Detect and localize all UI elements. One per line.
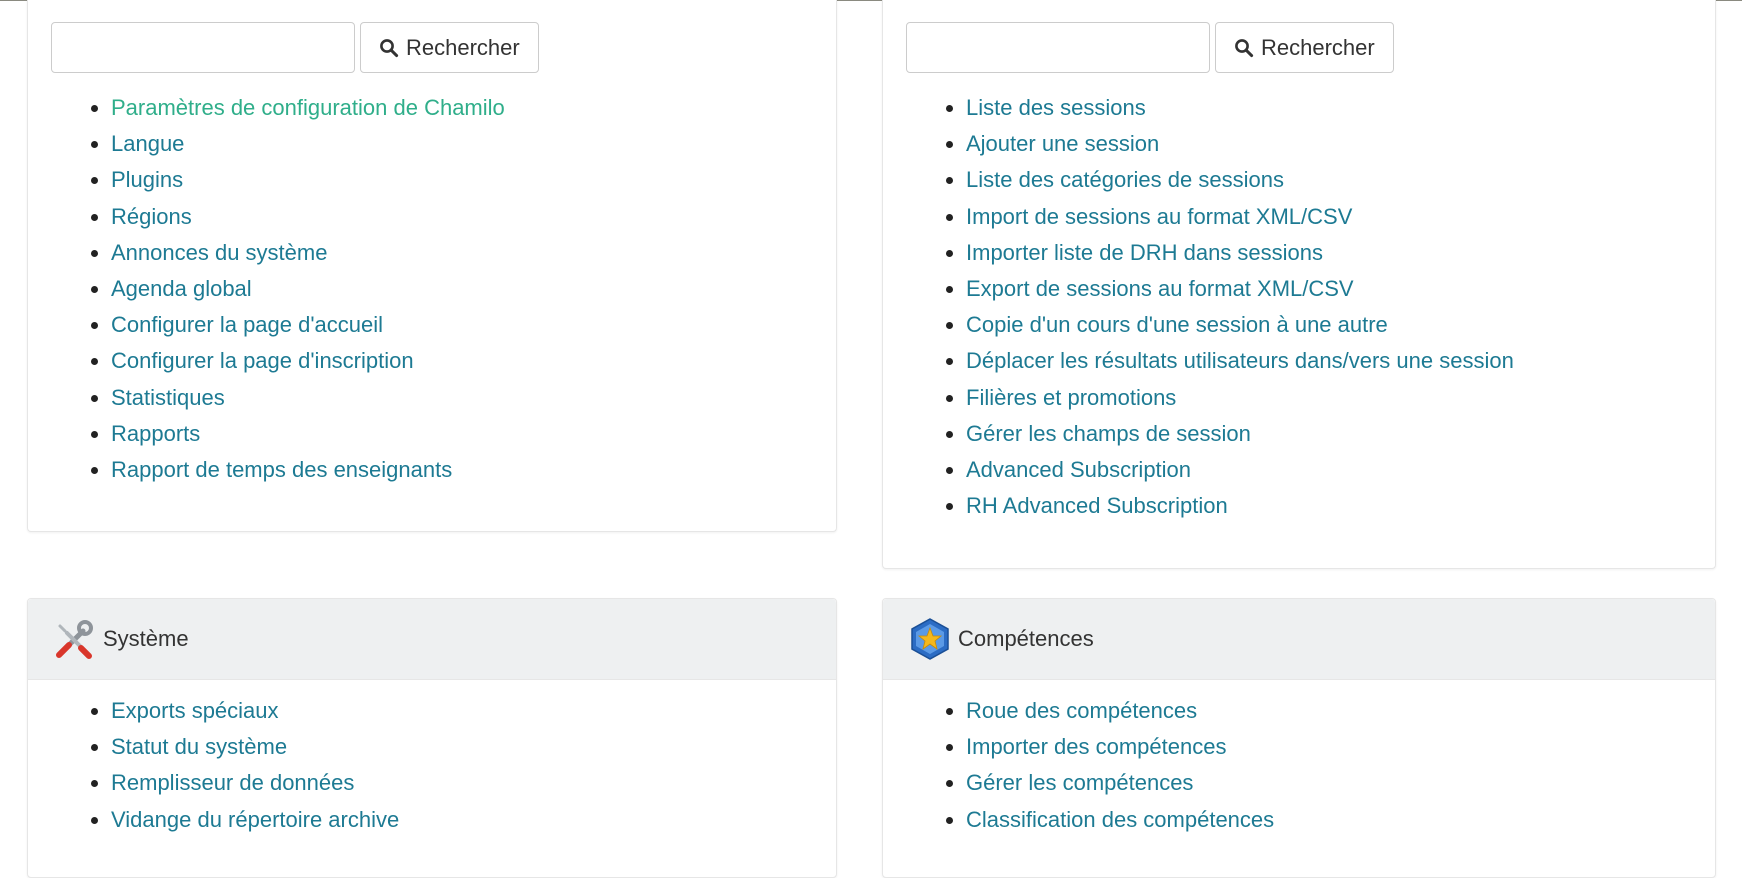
list-item: Classification des compétences bbox=[966, 802, 1274, 838]
platform-search-button-label: Rechercher bbox=[406, 34, 520, 60]
list-item: Gérer les compétences bbox=[966, 765, 1274, 801]
platform-panel: Rechercher Paramètres de configuration d… bbox=[27, 0, 837, 532]
link-copy-course-session[interactable]: Copie d'un cours d'une session à une aut… bbox=[966, 312, 1388, 337]
link-import-hr-managers[interactable]: Importer liste de DRH dans sessions bbox=[966, 240, 1323, 265]
link-session-list[interactable]: Liste des sessions bbox=[966, 95, 1146, 120]
list-item: Ajouter une session bbox=[966, 126, 1514, 162]
link-manage-skills[interactable]: Gérer les compétences bbox=[966, 770, 1193, 795]
system-panel-header: Système bbox=[28, 599, 836, 680]
sessions-panel: Rechercher Liste des sessions Ajouter un… bbox=[882, 0, 1716, 569]
list-item: Annonces du système bbox=[111, 235, 505, 271]
sessions-search-button-label: Rechercher bbox=[1261, 34, 1375, 60]
sessions-search-button[interactable]: Rechercher bbox=[1215, 22, 1394, 73]
link-advanced-subscription[interactable]: Advanced Subscription bbox=[966, 457, 1191, 482]
link-language[interactable]: Langue bbox=[111, 131, 184, 156]
link-careers-promotions[interactable]: Filières et promotions bbox=[966, 385, 1176, 410]
skills-panel-header: Compétences bbox=[883, 599, 1715, 680]
list-item: Exports spéciaux bbox=[111, 693, 399, 729]
link-special-exports[interactable]: Exports spéciaux bbox=[111, 698, 279, 723]
link-teacher-time-report[interactable]: Rapport de temps des enseignants bbox=[111, 457, 452, 482]
list-item: Déplacer les résultats utilisateurs dans… bbox=[966, 343, 1514, 379]
tools-icon bbox=[56, 620, 93, 659]
skills-links: Roue des compétences Importer des compét… bbox=[883, 693, 1274, 838]
link-session-fields[interactable]: Gérer les champs de session bbox=[966, 421, 1251, 446]
link-regions[interactable]: Régions bbox=[111, 204, 192, 229]
link-data-filler[interactable]: Remplisseur de données bbox=[111, 770, 354, 795]
link-configure-registration[interactable]: Configurer la page d'inscription bbox=[111, 348, 414, 373]
list-item: Agenda global bbox=[111, 271, 505, 307]
list-item: Importer des compétences bbox=[966, 729, 1274, 765]
search-icon bbox=[380, 38, 399, 57]
link-statistics[interactable]: Statistiques bbox=[111, 385, 225, 410]
link-move-user-results[interactable]: Déplacer les résultats utilisateurs dans… bbox=[966, 348, 1514, 373]
link-skills-ranking[interactable]: Classification des compétences bbox=[966, 807, 1274, 832]
list-item: RH Advanced Subscription bbox=[966, 488, 1514, 524]
list-item: Rapports bbox=[111, 416, 505, 452]
link-plugins[interactable]: Plugins bbox=[111, 167, 183, 192]
link-reports[interactable]: Rapports bbox=[111, 421, 200, 446]
list-item: Paramètres de configuration de Chamilo bbox=[111, 90, 505, 126]
link-import-sessions[interactable]: Import de sessions au format XML/CSV bbox=[966, 204, 1352, 229]
link-chamilo-settings[interactable]: Paramètres de configuration de Chamilo bbox=[111, 95, 505, 120]
list-item: Advanced Subscription bbox=[966, 452, 1514, 488]
session-links: Liste des sessions Ajouter une session L… bbox=[883, 90, 1514, 524]
link-system-status[interactable]: Statut du système bbox=[111, 734, 287, 759]
list-item: Configurer la page d'inscription bbox=[111, 343, 505, 379]
list-item: Vidange du répertoire archive bbox=[111, 802, 399, 838]
list-item: Roue des compétences bbox=[966, 693, 1274, 729]
star-badge-icon bbox=[911, 618, 949, 660]
link-archive-cleanup[interactable]: Vidange du répertoire archive bbox=[111, 807, 399, 832]
list-item: Régions bbox=[111, 199, 505, 235]
link-hr-advanced-subscription[interactable]: RH Advanced Subscription bbox=[966, 493, 1228, 518]
list-item: Statut du système bbox=[111, 729, 399, 765]
link-global-agenda[interactable]: Agenda global bbox=[111, 276, 252, 301]
list-item: Plugins bbox=[111, 162, 505, 198]
list-item: Gérer les champs de session bbox=[966, 416, 1514, 452]
list-item: Configurer la page d'accueil bbox=[111, 307, 505, 343]
link-import-skills[interactable]: Importer des compétences bbox=[966, 734, 1226, 759]
list-item: Copie d'un cours d'une session à une aut… bbox=[966, 307, 1514, 343]
link-configure-homepage[interactable]: Configurer la page d'accueil bbox=[111, 312, 383, 337]
platform-search-form: Rechercher bbox=[51, 22, 539, 73]
list-item: Importer liste de DRH dans sessions bbox=[966, 235, 1514, 271]
list-item: Import de sessions au format XML/CSV bbox=[966, 199, 1514, 235]
link-skills-wheel[interactable]: Roue des compétences bbox=[966, 698, 1197, 723]
list-item: Langue bbox=[111, 126, 505, 162]
link-add-session[interactable]: Ajouter une session bbox=[966, 131, 1159, 156]
skills-panel-title: Compétences bbox=[958, 626, 1094, 651]
platform-search-button[interactable]: Rechercher bbox=[360, 22, 539, 73]
list-item: Statistiques bbox=[111, 380, 505, 416]
system-panel-title: Système bbox=[103, 626, 189, 651]
system-links: Exports spéciaux Statut du système Rempl… bbox=[28, 693, 399, 838]
sessions-search-input[interactable] bbox=[906, 22, 1210, 73]
link-system-announcements[interactable]: Annonces du système bbox=[111, 240, 327, 265]
sessions-search-form: Rechercher bbox=[906, 22, 1394, 73]
list-item: Filières et promotions bbox=[966, 380, 1514, 416]
list-item: Remplisseur de données bbox=[111, 765, 399, 801]
list-item: Export de sessions au format XML/CSV bbox=[966, 271, 1514, 307]
platform-search-input[interactable] bbox=[51, 22, 355, 73]
list-item: Liste des sessions bbox=[966, 90, 1514, 126]
list-item: Liste des catégories de sessions bbox=[966, 162, 1514, 198]
link-export-sessions[interactable]: Export de sessions au format XML/CSV bbox=[966, 276, 1354, 301]
search-icon bbox=[1235, 38, 1254, 57]
system-panel: Système Exports spéciaux Statut du systè… bbox=[27, 598, 837, 878]
link-session-categories[interactable]: Liste des catégories de sessions bbox=[966, 167, 1284, 192]
skills-panel: Compétences Roue des compétences Importe… bbox=[882, 598, 1716, 878]
list-item: Rapport de temps des enseignants bbox=[111, 452, 505, 488]
platform-links: Paramètres de configuration de Chamilo L… bbox=[28, 90, 505, 488]
